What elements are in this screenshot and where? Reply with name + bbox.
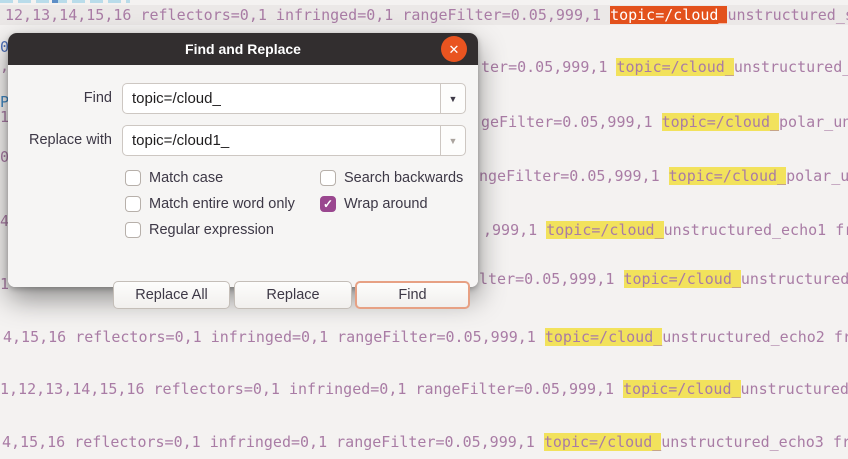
code-line: lter=0.05,999,1 topic=/cloud_unstructure… (479, 270, 848, 289)
code-line: ter=0.05,999,1 topic=/cloud_unstructured… (481, 58, 848, 77)
code-text: unstructured_ (733, 58, 848, 76)
close-button[interactable]: ✕ (441, 36, 467, 62)
code-text: ,999,1 (483, 221, 547, 239)
code-text: ngeFilter=0.05,999,1 (479, 167, 669, 185)
find-input[interactable] (122, 83, 440, 114)
checkbox-icon: ✓ (125, 221, 141, 238)
code-text: unstructured_s (727, 6, 848, 24)
code-text: 4,15,16 reflectors=0,1 infringed=0,1 ran… (2, 433, 544, 451)
code-text: lter=0.05,999,1 (479, 270, 624, 288)
replace-all-button[interactable]: Replace All (113, 281, 230, 309)
code-text: unstructured_echo3 fr (661, 433, 848, 451)
search-match: topic=/cloud_ (544, 328, 663, 346)
search-match: topic=/cloud_ (668, 167, 787, 185)
search-match: topic=/cloud_ (543, 433, 662, 451)
dialog-titlebar[interactable]: Find and Replace ✕ (8, 33, 478, 65)
code-text: 1,12,13,14,15,16 reflectors=0,1 infringe… (0, 380, 624, 398)
checkbox-wrap-around[interactable]: ✓ Wrap around (320, 195, 428, 212)
code-text: 12,13,14,15,16 reflectors=0,1 infringed=… (5, 6, 611, 24)
close-icon: ✕ (448, 41, 460, 57)
code-line: 1,12,13,14,15,16 reflectors=0,1 infringe… (0, 380, 848, 399)
checkbox-match-case[interactable]: ✓ Match case (125, 169, 223, 186)
code-text: unstructured_echo1 fr (663, 221, 848, 239)
search-match: topic=/cloud_ (661, 113, 780, 131)
checkbox-search-backwards[interactable]: ✓ Search backwards (320, 169, 463, 186)
find-history-dropdown[interactable]: ▼ (440, 83, 466, 114)
checkbox-icon: ✓ (125, 169, 141, 186)
code-line: 4,15,16 reflectors=0,1 infringed=0,1 ran… (3, 328, 848, 347)
code-text: geFilter=0.05,999,1 (481, 113, 662, 131)
code-text: unstructured (740, 270, 848, 288)
search-match: topic=/cloud_ (610, 6, 728, 24)
search-match: topic=/cloud_ (546, 221, 664, 239)
replace-button[interactable]: Replace (234, 281, 352, 309)
code-line: geFilter=0.05,999,1 topic=/cloud_polar_u… (481, 113, 848, 132)
replace-combo: ▼ (122, 125, 466, 156)
search-match: topic=/cloud_ (623, 380, 741, 398)
chevron-down-icon: ▼ (448, 93, 458, 104)
code-text: unstructured_echo2 fr (662, 328, 848, 346)
dialog-title: Find and Replace (185, 41, 301, 57)
checkbox-regular-expression[interactable]: ✓ Regular expression (125, 221, 274, 238)
code-line: 4,15,16 reflectors=0,1 infringed=0,1 ran… (2, 433, 848, 452)
code-line: ngeFilter=0.05,999,1 topic=/cloud_polar_… (479, 167, 848, 186)
find-label: Find (83, 90, 112, 106)
find-button[interactable]: Find (355, 281, 470, 309)
code-text: polar_un (779, 113, 848, 131)
checkbox-icon: ✓ (320, 195, 336, 212)
search-match: topic=/cloud_ (623, 270, 741, 288)
code-text: 4,15,16 reflectors=0,1 infringed=0,1 ran… (3, 328, 545, 346)
checkbox-match-entire-word[interactable]: ✓ Match entire word only (125, 195, 295, 212)
code-line: ,999,1 topic=/cloud_unstructured_echo1 f… (483, 221, 848, 240)
code-text: ter=0.05,999,1 (481, 58, 617, 76)
replace-history-dropdown[interactable]: ▼ (440, 125, 466, 156)
find-replace-dialog: Find and Replace ✕ Find ▼ Replace with ▼… (8, 33, 478, 309)
code-text: polar_u (786, 167, 848, 185)
checkbox-icon: ✓ (125, 195, 141, 212)
code-text: unstructured (740, 380, 848, 398)
clipped-code-line-top (0, 0, 130, 3)
code-line: 12,13,14,15,16 reflectors=0,1 infringed=… (5, 6, 848, 25)
find-combo: ▼ (122, 83, 466, 114)
search-match: topic=/cloud_ (616, 58, 734, 76)
replace-label: Replace with (28, 132, 112, 148)
dialog-body: Find ▼ Replace with ▼ ✓ Match case ✓ Mat… (8, 65, 478, 309)
chevron-down-icon: ▼ (448, 135, 458, 146)
checkbox-icon: ✓ (320, 169, 336, 186)
replace-input[interactable] (122, 125, 440, 156)
